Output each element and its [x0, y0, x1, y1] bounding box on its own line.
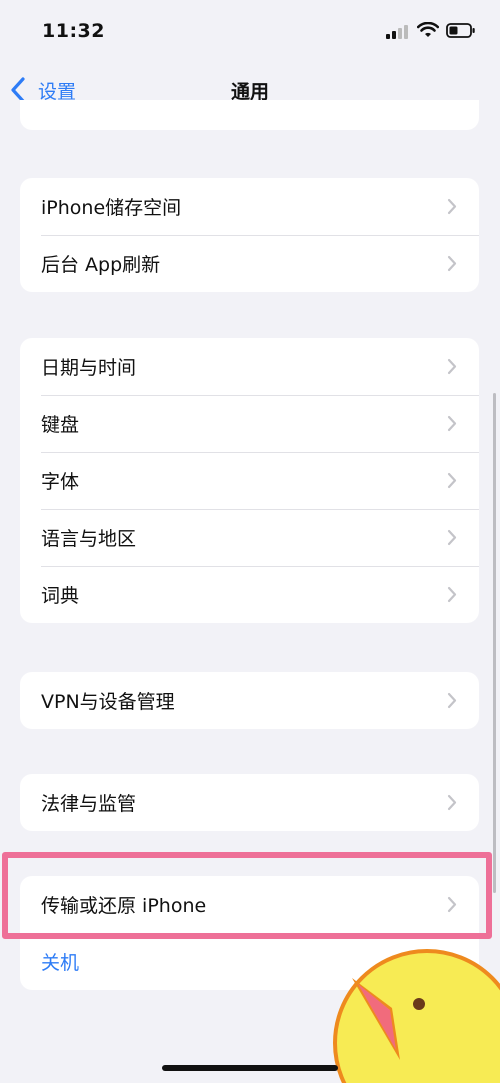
- chick-mascot-icon: [333, 949, 500, 1083]
- chevron-right-icon: [447, 198, 457, 215]
- settings-group-locale: 日期与时间 键盘 字体 语言与地区 词典: [20, 338, 479, 623]
- chevron-right-icon: [447, 529, 457, 546]
- settings-group-storage: iPhone储存空间 后台 App刷新: [20, 178, 479, 292]
- chevron-right-icon: [447, 358, 457, 375]
- status-time: 11:32: [42, 20, 105, 42]
- row-vpn-device-management[interactable]: VPN与设备管理: [20, 672, 479, 729]
- row-label: 后台 App刷新: [41, 254, 161, 276]
- previous-group-edge: [20, 100, 479, 130]
- row-label: iPhone储存空间: [41, 197, 182, 219]
- row-transfer-reset-iphone[interactable]: 传输或还原 iPhone: [20, 876, 479, 933]
- row-language-region[interactable]: 语言与地区: [20, 509, 479, 566]
- chevron-right-icon: [447, 794, 457, 811]
- shutdown-button[interactable]: 关机: [41, 948, 79, 975]
- row-label: 词典: [41, 585, 80, 607]
- chevron-right-icon: [447, 472, 457, 489]
- cellular-signal-icon: [386, 25, 408, 39]
- battery-icon: [446, 23, 475, 38]
- scroll-indicator[interactable]: [493, 393, 496, 893]
- chevron-right-icon: [447, 586, 457, 603]
- home-indicator[interactable]: [162, 1065, 338, 1071]
- row-label: VPN与设备管理: [41, 691, 175, 713]
- row-label: 日期与时间: [41, 357, 137, 379]
- row-background-app-refresh[interactable]: 后台 App刷新: [20, 235, 479, 292]
- row-fonts[interactable]: 字体: [20, 452, 479, 509]
- row-dictionary[interactable]: 词典: [20, 566, 479, 623]
- row-label: 法律与监管: [41, 793, 137, 815]
- chevron-right-icon: [447, 255, 457, 272]
- chevron-right-icon: [447, 415, 457, 432]
- status-bar: 11:32: [0, 0, 500, 62]
- settings-group-vpn: VPN与设备管理: [20, 672, 479, 729]
- row-label: 语言与地区: [41, 528, 137, 550]
- row-date-time[interactable]: 日期与时间: [20, 338, 479, 395]
- row-label: 传输或还原 iPhone: [41, 895, 207, 917]
- row-iphone-storage[interactable]: iPhone储存空间: [20, 178, 479, 235]
- settings-group-legal: 法律与监管: [20, 774, 479, 831]
- chevron-right-icon: [447, 692, 457, 709]
- wifi-icon: [417, 22, 439, 37]
- row-label: 字体: [41, 471, 80, 493]
- row-legal-regulatory[interactable]: 法律与监管: [20, 774, 479, 831]
- row-label: 键盘: [41, 414, 80, 436]
- row-keyboard[interactable]: 键盘: [20, 395, 479, 452]
- chevron-right-icon: [447, 896, 457, 913]
